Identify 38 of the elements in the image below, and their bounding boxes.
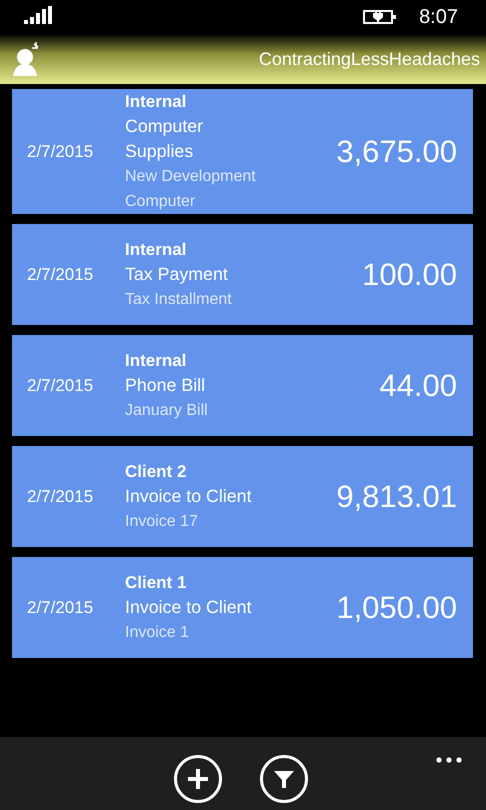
party-name: Client 2 — [125, 461, 188, 483]
battery-charging-icon — [363, 9, 398, 25]
category-label: Invoice to Client — [125, 485, 253, 508]
description-text: January Bill — [125, 401, 209, 421]
amount-value: 100.00 — [362, 256, 457, 292]
category-label: Computer Supplies — [125, 115, 204, 163]
transaction-card[interactable]: 2/7/2015 Internal Computer Supplies New Development Computer 3,675.00 — [12, 89, 473, 214]
amount-value: 9,813.01 — [336, 478, 457, 514]
transaction-card[interactable]: 2/7/2015 Internal Phone Bill January Bill 44.00 — [12, 335, 473, 436]
add-button[interactable] — [174, 755, 222, 803]
description-text: Tax Installment — [125, 290, 233, 310]
description-text: Invoice 17 — [125, 512, 199, 532]
description-text: New Development Computer — [125, 167, 257, 212]
category-label: Invoice to Client — [125, 596, 253, 619]
party-name: Client 1 — [125, 572, 188, 594]
party-name: Internal — [125, 91, 188, 113]
category-label: Phone Bill — [125, 374, 206, 397]
amount-value: 1,050.00 — [336, 590, 457, 626]
transaction-date: 2/7/2015 — [27, 264, 94, 284]
transaction-card[interactable]: 2/7/2015 Client 1 Invoice to Client Invoice 1 1,050.00 — [12, 557, 473, 658]
more-icon[interactable] — [436, 757, 462, 763]
transaction-date: 2/7/2015 — [27, 486, 94, 506]
amount-value: 3,675.00 — [336, 134, 457, 170]
party-name: Internal — [125, 350, 188, 372]
plus-icon — [186, 767, 210, 791]
transaction-card[interactable]: 2/7/2015 Internal Tax Payment Tax Installment 100.00 — [12, 224, 473, 325]
transaction-date: 2/7/2015 — [27, 376, 94, 396]
amount-value: 44.00 — [379, 368, 457, 404]
clock-time: 8:07 — [419, 6, 458, 28]
app-title: ContractingLessHeadaches — [258, 48, 480, 70]
category-label: Tax Payment — [125, 263, 229, 286]
transaction-date: 2/7/2015 — [27, 142, 94, 162]
filter-button[interactable] — [260, 755, 308, 803]
description-text: Invoice 1 — [125, 623, 190, 643]
party-name: Internal — [125, 239, 188, 261]
transaction-date: 2/7/2015 — [27, 598, 94, 618]
transaction-card[interactable]: 2/7/2015 Client 2 Invoice to Client Invoice 17 9,813.01 — [12, 446, 473, 547]
signal-icon — [24, 6, 54, 24]
